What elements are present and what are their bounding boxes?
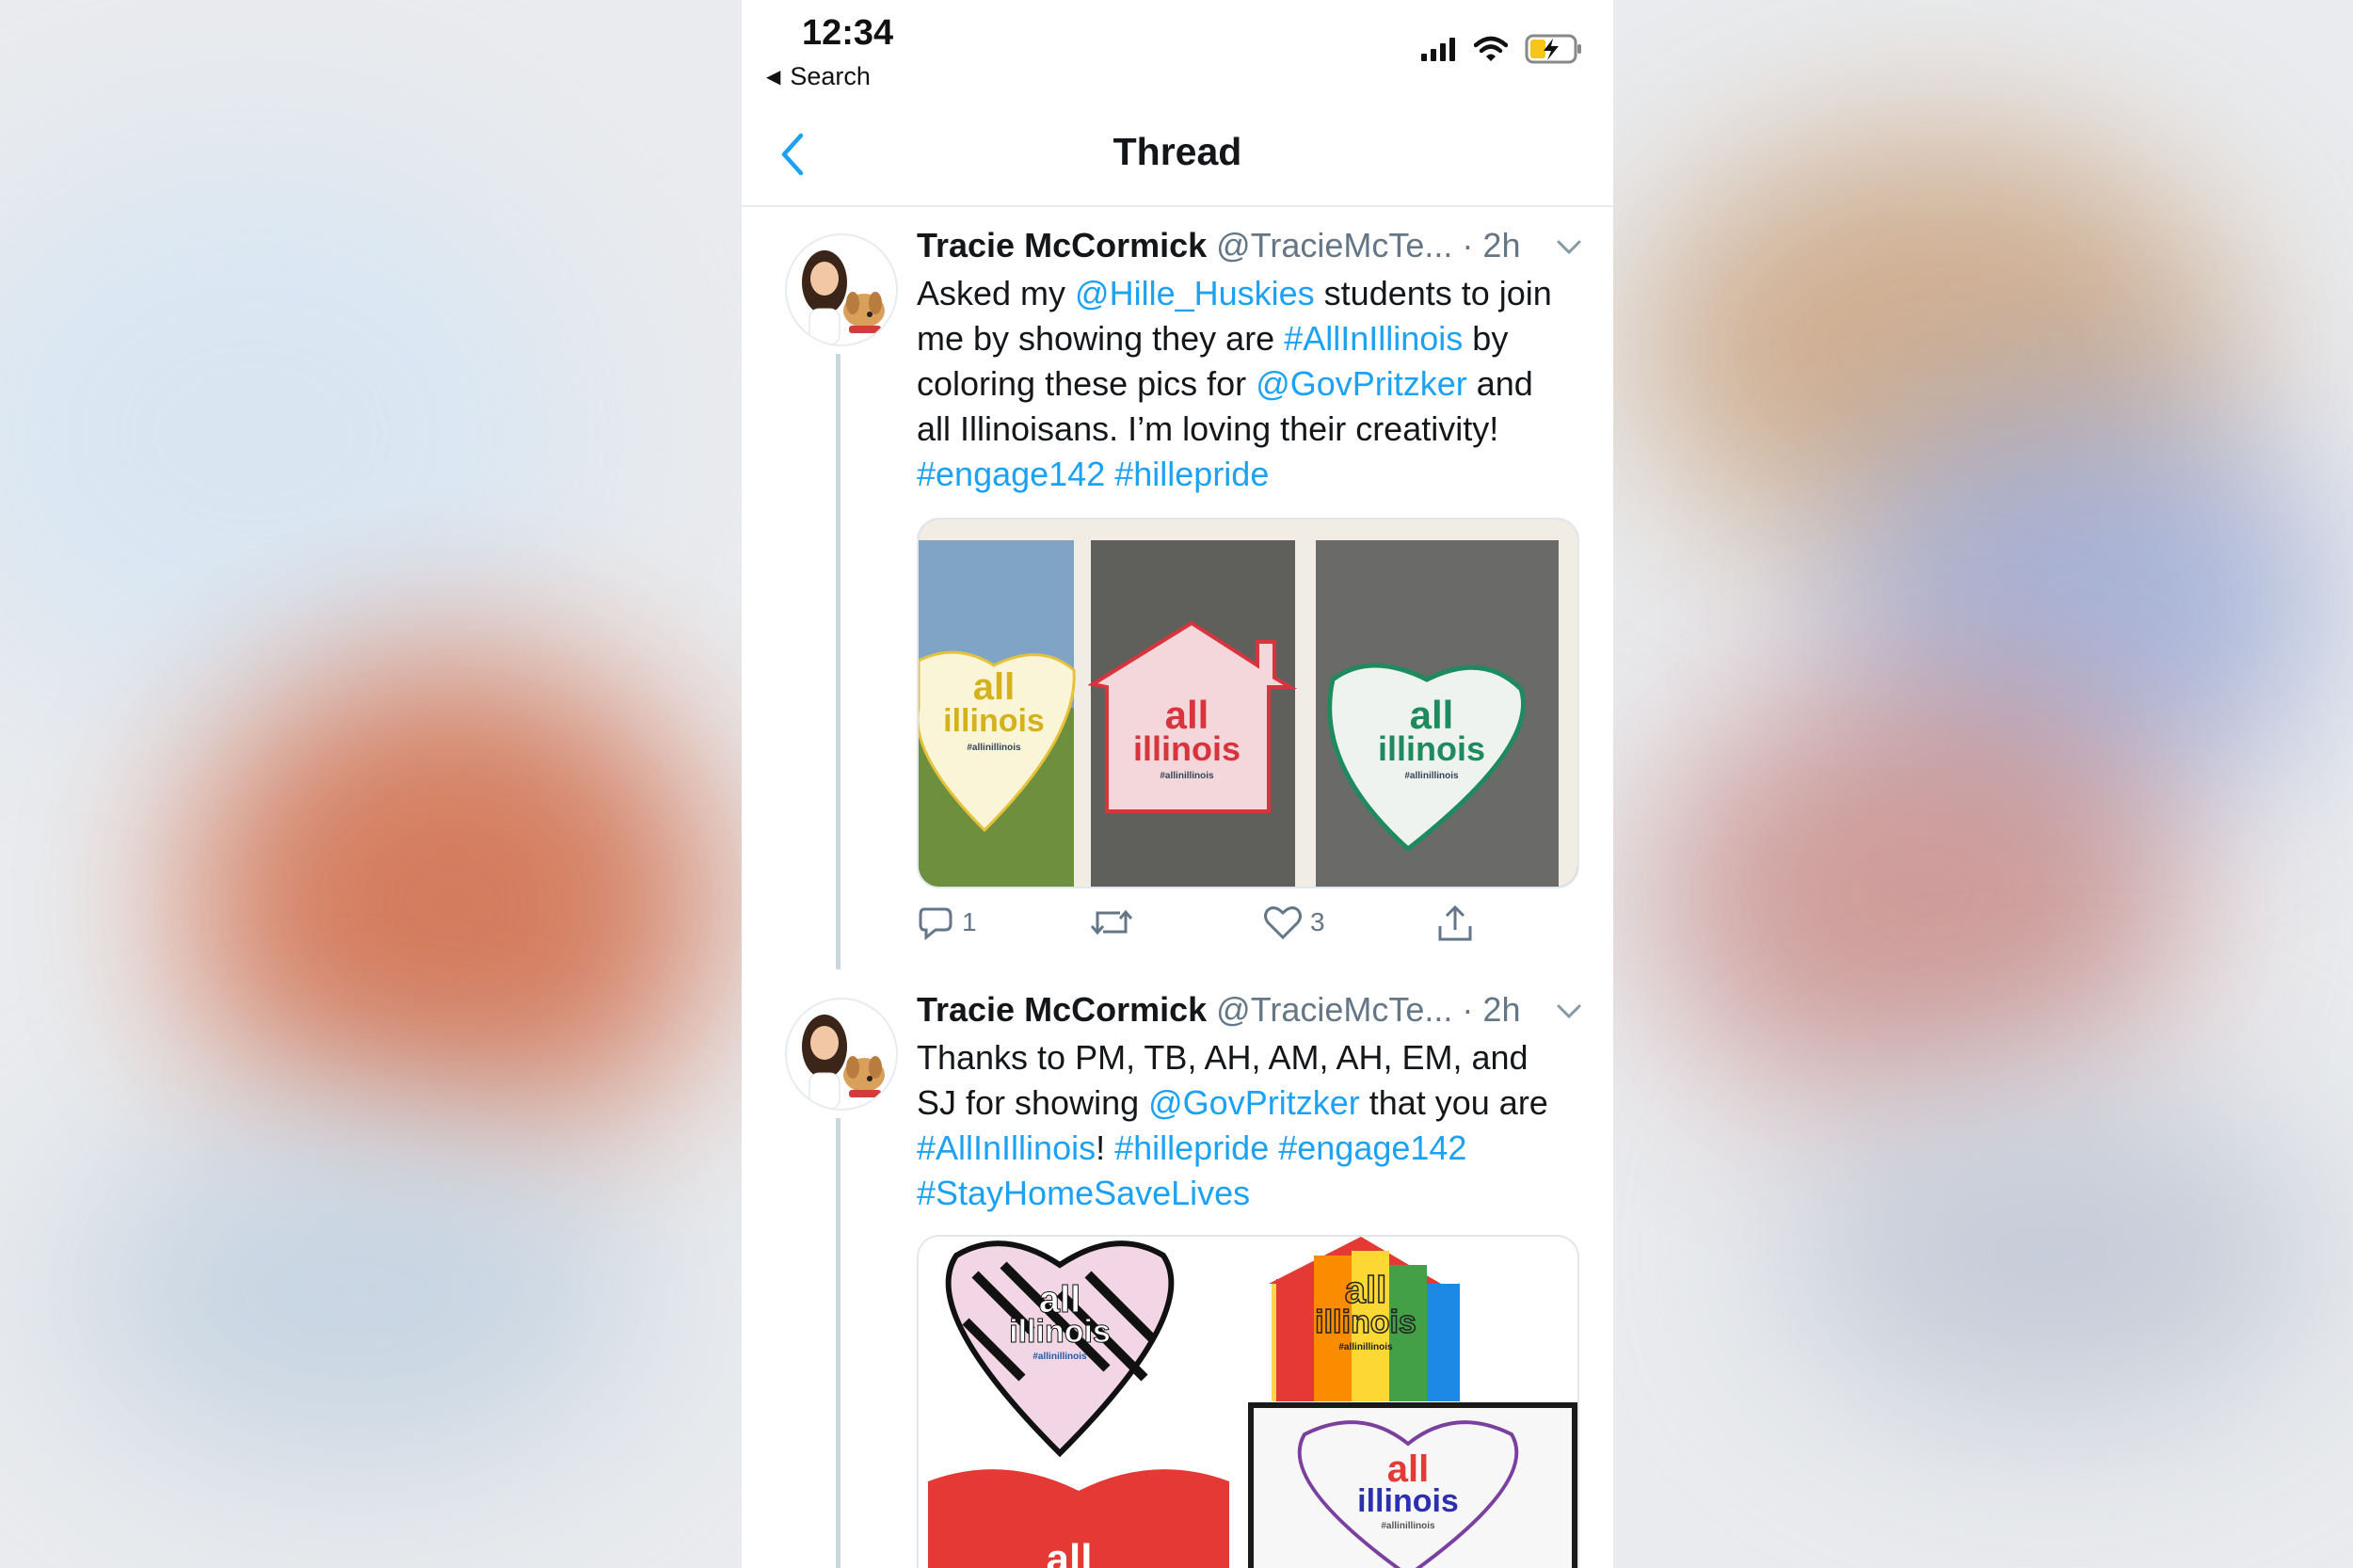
tweet-text-segment bbox=[1105, 455, 1114, 493]
bitmoji-with-dog-avatar bbox=[802, 1015, 885, 1109]
page-title: Thread bbox=[1112, 130, 1242, 173]
status-time: 12:34 bbox=[802, 13, 894, 53]
reply-count: 1 bbox=[962, 907, 977, 936]
tweet-media-image[interactable]: all illinois #allinillinois all illinois… bbox=[917, 518, 1579, 888]
tweet-media-image[interactable]: all illinois #allinillinois all illinois… bbox=[917, 1235, 1579, 1568]
panel-word-all: all bbox=[1344, 1270, 1387, 1311]
header-separator: · bbox=[1452, 990, 1483, 1029]
tweet-link[interactable]: #hillepride bbox=[1114, 455, 1269, 493]
back-to-app-link[interactable]: ◀ Search bbox=[766, 62, 871, 91]
tweet-link[interactable]: #engage142 bbox=[1278, 1128, 1466, 1167]
tweet-text: Thanks to PM, TB, AH, AM, AH, EM, and SJ… bbox=[917, 1035, 1576, 1216]
chevron-down-icon bbox=[1557, 1004, 1581, 1019]
chevron-down-icon bbox=[1557, 240, 1581, 255]
tweet-link[interactable]: @GovPritzker bbox=[1256, 364, 1467, 403]
media-panel-label: all illinois #allinillinois bbox=[1352, 693, 1512, 787]
media-panel-label: all bbox=[1013, 1536, 1126, 1568]
panel-word-illinois: illinois bbox=[1357, 1483, 1459, 1519]
media-panel-label: all illinois #allinillinois bbox=[984, 1279, 1135, 1367]
author-handle[interactable]: @TracieMcTe... bbox=[1216, 226, 1452, 264]
like-count: 3 bbox=[1310, 907, 1325, 936]
reply-icon bbox=[919, 907, 952, 941]
cellular-signal-icon bbox=[1421, 38, 1455, 61]
panel-hashtag: #allinillinois bbox=[1404, 771, 1459, 781]
media-panel-label: all illinois #allinillinois bbox=[1333, 1448, 1483, 1536]
author-handle[interactable]: @TracieMcTe... bbox=[1216, 990, 1452, 1029]
header-separator: · bbox=[1452, 226, 1483, 264]
panel-word-all: all bbox=[1409, 693, 1454, 737]
wifi-icon bbox=[1474, 36, 1508, 61]
panel-hashtag: #allinillinois bbox=[967, 743, 1021, 753]
tweet-link[interactable]: @GovPritzker bbox=[1148, 1083, 1360, 1122]
phone-screen: 12:34 ◀ Search Thread Tracie McCormick @… bbox=[742, 0, 1613, 1568]
panel-word-illinois: illinois bbox=[1377, 729, 1485, 768]
avatar[interactable] bbox=[785, 233, 898, 346]
retweet-button[interactable] bbox=[1090, 904, 1141, 941]
panel-word-all: all bbox=[1038, 1279, 1081, 1320]
tweet-time: 2h bbox=[1482, 990, 1521, 1029]
tweet-1[interactable]: Tracie McCormick @TracieMcTe... · 2h Ask… bbox=[742, 205, 1613, 969]
avatar[interactable] bbox=[785, 998, 898, 1111]
tweet-header: Tracie McCormick @TracieMcTe... · 2h bbox=[917, 226, 1583, 265]
tweet-link[interactable]: #engage142 bbox=[917, 455, 1105, 493]
author-name[interactable]: Tracie McCormick bbox=[917, 226, 1207, 264]
media-panel-label: all illinois #allinillinois bbox=[1290, 1270, 1441, 1357]
media-panel-label: all illinois #allinillinois bbox=[1107, 693, 1267, 787]
tweet-menu-button[interactable] bbox=[1555, 230, 1583, 269]
tweet-link[interactable]: #AllInIllinois bbox=[917, 1128, 1096, 1167]
thread-connector-line bbox=[836, 354, 840, 969]
share-button[interactable] bbox=[1436, 904, 1474, 943]
tweet-text-segment: ! bbox=[1096, 1128, 1115, 1167]
like-button[interactable]: 3 bbox=[1263, 904, 1325, 941]
battery-charging-icon bbox=[1525, 34, 1581, 64]
panel-hashtag: #allinillinois bbox=[1160, 771, 1214, 781]
reply-button[interactable]: 1 bbox=[917, 904, 977, 941]
panel-word-illinois: illinois bbox=[1314, 1304, 1417, 1340]
tweet-link[interactable]: #StayHomeSaveLives bbox=[917, 1174, 1250, 1212]
share-icon bbox=[1438, 904, 1472, 941]
tweet-time: 2h bbox=[1482, 226, 1521, 264]
panel-word-all: all bbox=[1386, 1448, 1430, 1490]
tweet-text: Asked my @Hille_Huskies students to join… bbox=[917, 271, 1576, 497]
thread-connector-line bbox=[836, 1118, 840, 1568]
media-panel-label: all illinois #allinillinois bbox=[928, 666, 1060, 759]
tweet-2[interactable]: Tracie McCormick @TracieMcTe... · 2h Tha… bbox=[742, 969, 1613, 1568]
author-name[interactable]: Tracie McCormick bbox=[917, 990, 1207, 1029]
panel-word-illinois: illinois bbox=[1132, 729, 1241, 768]
tweet-header: Tracie McCormick @TracieMcTe... · 2h bbox=[917, 990, 1583, 1030]
panel-word-all: all bbox=[1046, 1536, 1093, 1568]
tweet-link[interactable]: #hillepride bbox=[1114, 1128, 1269, 1167]
tweet-menu-button[interactable] bbox=[1555, 994, 1583, 1033]
panel-word-all: all bbox=[972, 666, 1016, 708]
tweet-link[interactable]: #AllInIllinois bbox=[1284, 319, 1463, 358]
back-triangle-icon: ◀ bbox=[766, 67, 781, 88]
panel-hashtag: #allinillinois bbox=[1338, 1342, 1393, 1352]
panel-word-all: all bbox=[1164, 693, 1209, 737]
tweet-text-segment: Asked my bbox=[917, 274, 1076, 312]
bitmoji-with-dog-avatar bbox=[802, 250, 885, 344]
system-icons bbox=[1421, 34, 1583, 64]
back-to-app-label: Search bbox=[790, 62, 871, 90]
tweet-actions: 1 3 bbox=[917, 904, 1500, 951]
panel-word-illinois: illinois bbox=[1009, 1314, 1112, 1350]
panel-hashtag: #allinillinois bbox=[1032, 1352, 1087, 1362]
tweet-text-segment: that you are bbox=[1359, 1083, 1548, 1122]
heart-icon bbox=[1264, 906, 1302, 940]
tweet-link[interactable]: @Hille_Huskies bbox=[1075, 274, 1315, 312]
tweet-text-segment bbox=[1269, 1128, 1278, 1167]
panel-word-illinois: illinois bbox=[943, 703, 1045, 739]
status-bar: 12:34 ◀ Search bbox=[742, 0, 1613, 104]
navigation-bar: Thread bbox=[742, 104, 1613, 207]
retweet-icon bbox=[1090, 909, 1133, 936]
panel-hashtag: #allinillinois bbox=[1381, 1521, 1435, 1531]
